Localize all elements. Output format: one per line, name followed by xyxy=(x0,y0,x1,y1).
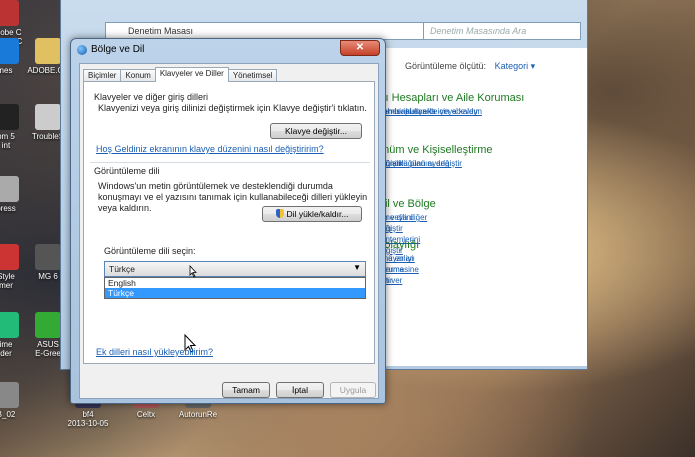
dialog-body: Biçimler Konum Klavyeler ve Diller Yönetims… xyxy=(79,63,379,399)
tab[interactable]: Klavyeler ve Diller xyxy=(154,67,229,82)
chevron-down-icon: ▼ xyxy=(353,263,361,272)
choose-display-language-label: Görüntüleme dili seçin: xyxy=(104,246,196,256)
category-title[interactable]: ünüm ve Kişiselleştirme xyxy=(377,144,493,156)
desktop-icon-image xyxy=(35,38,61,64)
globe-icon xyxy=(77,45,87,55)
dropdown-option[interactable]: Türkçe xyxy=(105,288,365,298)
cancel-button[interactable]: İptal xyxy=(276,382,324,398)
close-button[interactable]: ✕ xyxy=(340,40,380,56)
category-title[interactable]: ıcı Hesapları ve Aile Koruması xyxy=(377,92,524,104)
desktop-icon-image xyxy=(0,312,19,338)
tab-panel-keyboards: Klavyeler ve diğer giriş dilleri Klavyen… xyxy=(83,81,375,364)
display-language-group-label: Görüntüleme dili xyxy=(94,166,160,176)
language-dropdown-list: English Türkçe xyxy=(104,277,366,299)
desktop-icon-image xyxy=(35,312,61,338)
welcome-screen-keyboard-link[interactable]: Hoş Geldiniz ekranının klavye düzenini n… xyxy=(96,144,324,154)
desktop-icon-image xyxy=(35,104,61,130)
desktop-icon-image xyxy=(0,38,19,64)
display-language-combobox[interactable]: Türkçe ▼ xyxy=(104,261,366,277)
view-by: Görüntüleme ölçütü: Kategori ▾ xyxy=(405,61,535,72)
dialog-title: Bölge ve Dil xyxy=(91,44,145,55)
ok-button[interactable]: Tamam xyxy=(222,382,270,398)
keyboards-group-label: Klavyeler ve diğer giriş dilleri xyxy=(94,92,209,102)
desktop-icon[interactable]: press xyxy=(0,176,34,213)
desktop-icon-image xyxy=(0,382,19,408)
desktop-icon-image xyxy=(35,244,61,270)
breadcrumb[interactable]: Denetim Masası xyxy=(128,26,193,36)
region-language-dialog: Bölge ve Dil ✕ Biçimler Konum Klavyeler ve… xyxy=(70,38,386,404)
apply-button[interactable]: Uygula xyxy=(330,382,376,398)
desktop-icon-label: B_02 xyxy=(0,410,16,419)
combobox-value: Türkçe xyxy=(109,264,135,274)
desktop-icon[interactable]: B_02 xyxy=(0,382,34,419)
uac-shield-icon xyxy=(275,209,284,218)
close-icon: ✕ xyxy=(355,42,365,53)
category-group: ıcı Hesapları ve Aile Koruması ıcı hesapl… xyxy=(377,92,524,116)
desktop-icon-image xyxy=(0,104,19,130)
desktop-icon-image xyxy=(0,176,19,202)
keyboards-description: Klavyenizi veya giriş dilinizi değiştirm… xyxy=(98,103,367,113)
desktop-icon-label: press xyxy=(0,204,16,213)
divider xyxy=(90,162,370,163)
change-keyboard-button[interactable]: Klavye değiştir... xyxy=(270,123,362,139)
install-uninstall-languages-button[interactable]: Dil yükle/kaldır... xyxy=(262,206,362,222)
category-link[interactable]: özünürlüğünü ayarla xyxy=(377,158,450,169)
tab-strip: Biçimler Konum Klavyeler ve Diller Yönetims… xyxy=(83,67,278,82)
desktop-icon-image xyxy=(0,0,19,26)
desktop-icon-image xyxy=(0,244,19,270)
install-button-label: Dil yükle/kaldır... xyxy=(286,209,349,219)
desktop-icon-label: AutorunRe xyxy=(178,410,218,419)
hand-cursor-icon xyxy=(189,265,197,278)
dropdown-option[interactable]: English xyxy=(105,278,365,288)
category-group: ünüm ve Kişiselleştirme değiştir ıstü arka… xyxy=(377,144,493,168)
view-by-label: Görüntüleme ölçütü: xyxy=(405,61,487,71)
chevron-down-icon: ▾ xyxy=(530,61,536,71)
desktop-icon-label: bf4 2013-10-05 xyxy=(67,410,109,428)
view-by-dropdown[interactable]: Kategori xyxy=(495,61,529,71)
control-panel-content: Görüntüleme ölçütü: Kategori ▾ ıcı Hesap… xyxy=(377,48,587,366)
desktop-icon-label: Celtx xyxy=(136,410,156,419)
search-input[interactable]: Denetim Masasında Ara xyxy=(423,22,581,40)
additional-languages-link[interactable]: Ek dilleri nasıl yükleyebilirim? xyxy=(96,347,213,357)
